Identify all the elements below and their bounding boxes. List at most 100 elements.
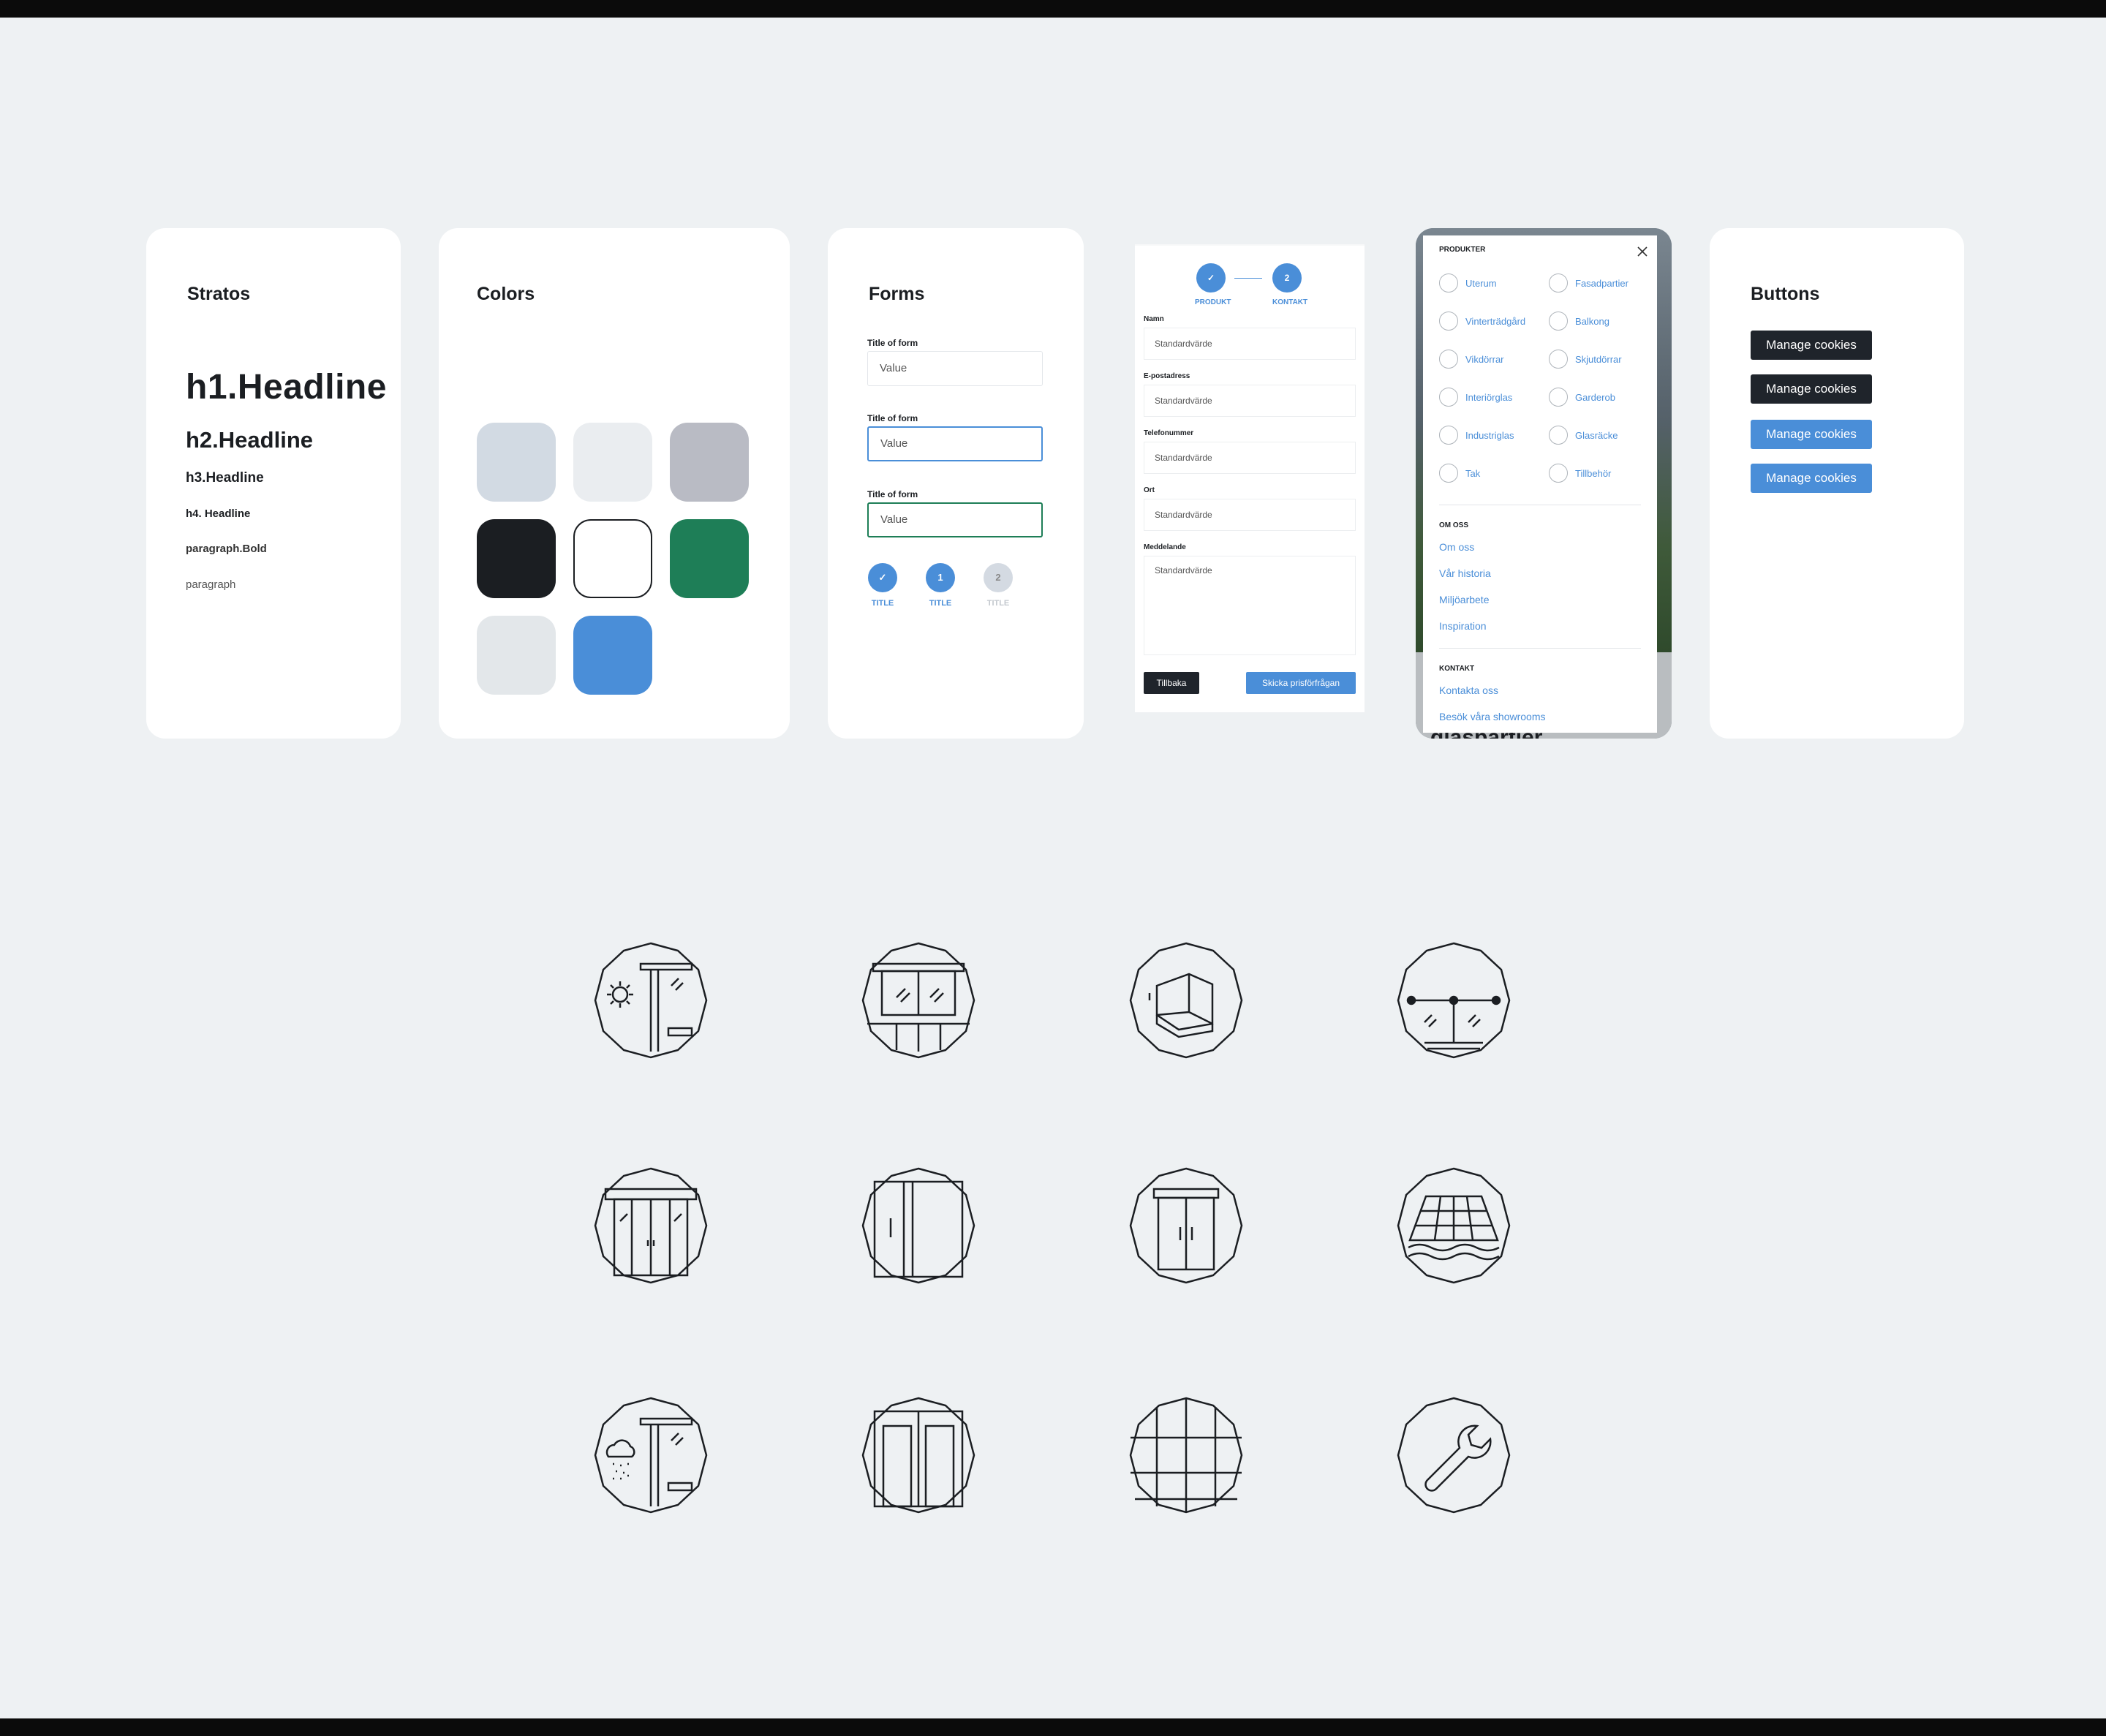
step-complete[interactable]: ✓ (868, 563, 897, 592)
step-complete[interactable]: ✓ (1196, 263, 1226, 293)
manage-cookies-button-dark[interactable]: Manage cookies (1751, 331, 1872, 360)
step-active[interactable]: 1 (926, 563, 955, 592)
menu-item-label: Skjutdörrar (1575, 353, 1622, 365)
product-icon (1439, 350, 1458, 369)
menu-item-product[interactable]: Garderob (1549, 385, 1615, 410)
colors-card: Colors (439, 228, 790, 739)
field-label: E-postadress (1144, 372, 1190, 380)
color-swatch (573, 423, 652, 502)
form-input-default[interactable]: Value (867, 351, 1043, 386)
forms-card: Forms Title of form Value Title of form … (828, 228, 1084, 739)
send-request-button[interactable]: Skicka prisförfrågan (1246, 672, 1356, 694)
step-inactive[interactable]: 2 (984, 563, 1013, 592)
color-swatch (477, 616, 556, 695)
menu-item-label: Garderob (1575, 391, 1615, 403)
step-label: TITLE (929, 599, 952, 608)
link-miljoarbete[interactable]: Miljöarbete (1439, 594, 1489, 605)
manage-cookies-button-blue-hover[interactable]: Manage cookies (1751, 464, 1872, 493)
menu-item-product[interactable]: Skjutdörrar (1549, 347, 1622, 371)
typography-card: Stratos h1.Headline h2.Headline h3.Headl… (146, 228, 401, 739)
manage-cookies-button-dark-hover[interactable]: Manage cookies (1751, 374, 1872, 404)
email-field[interactable]: Standardvärde (1144, 385, 1356, 417)
field-label: Namn (1144, 315, 1164, 323)
link-var-historia[interactable]: Vår historia (1439, 567, 1491, 579)
roof-icon (1395, 1167, 1512, 1284)
color-swatch (670, 423, 749, 502)
menu-item-product[interactable]: Interiörglas (1439, 385, 1512, 410)
h4-sample: h4. Headline (186, 507, 251, 520)
close-icon[interactable] (1637, 246, 1648, 257)
product-icon (1549, 350, 1568, 369)
menu-item-label: Industriglas (1465, 429, 1514, 441)
step-active[interactable]: 2 (1272, 263, 1302, 293)
color-swatch (573, 616, 652, 695)
menu-heading-about: OM OSS (1439, 521, 1469, 529)
buttons-card: Buttons Manage cookies Manage cookies Ma… (1710, 228, 1964, 739)
paragraph-bold-sample: paragraph.Bold (186, 543, 267, 555)
card-title: Stratos (187, 284, 251, 304)
field-label: Telefonummer (1144, 429, 1194, 437)
folding-doors-icon (592, 1167, 709, 1284)
product-icon (1549, 464, 1568, 483)
color-swatch (573, 519, 652, 598)
phone-field[interactable]: Standardvärde (1144, 442, 1356, 474)
city-field[interactable]: Standardvärde (1144, 499, 1356, 531)
link-showrooms[interactable]: Besök våra showrooms (1439, 711, 1546, 722)
menu-item-product[interactable]: Tak (1439, 461, 1480, 486)
menu-item-label: Interiörglas (1465, 391, 1513, 403)
message-field[interactable]: Standardvärde (1144, 556, 1356, 655)
contact-form-panel: ✓ 2 PRODUKT KONTAKT Namn Standardvärde E… (1135, 244, 1365, 712)
color-swatch (477, 423, 556, 502)
menu-item-product[interactable]: Industriglas (1439, 423, 1514, 448)
divider (1439, 648, 1641, 649)
product-icon (1549, 312, 1568, 331)
product-icon (1439, 312, 1458, 331)
step-label: KONTAKT (1272, 298, 1308, 306)
link-inspiration[interactable]: Inspiration (1439, 620, 1487, 632)
step-label: TITLE (871, 599, 894, 608)
product-icon (1439, 388, 1458, 407)
card-title: Buttons (1751, 284, 1820, 304)
h3-sample: h3.Headline (186, 470, 264, 486)
menu-item-product[interactable]: Uterum (1439, 271, 1497, 295)
menu-item-product[interactable]: Vikdörrar (1439, 347, 1504, 371)
menu-item-product[interactable]: Tillbehör (1549, 461, 1611, 486)
step-label: PRODUKT (1195, 298, 1231, 306)
menu-heading-contact: KONTAKT (1439, 665, 1475, 673)
product-icon (1439, 273, 1458, 293)
menu-item-product[interactable]: Balkong (1549, 309, 1609, 333)
link-om-oss[interactable]: Om oss (1439, 541, 1474, 553)
menu-item-product[interactable]: Glasräcke (1549, 423, 1618, 448)
sunroom-icon (592, 942, 709, 1059)
facade-icon (860, 942, 977, 1059)
color-swatch (670, 519, 749, 598)
top-bar (0, 0, 2106, 18)
step-label: TITLE (986, 599, 1010, 608)
menu-item-product[interactable]: Vinterträdgård (1439, 309, 1525, 333)
menu-item-label: Tak (1465, 467, 1481, 479)
color-swatch (477, 519, 556, 598)
back-button[interactable]: Tillbaka (1144, 672, 1199, 694)
winter-garden-icon (1128, 942, 1245, 1059)
card-title: Forms (869, 284, 925, 304)
menu-item-label: Fasadpartier (1575, 277, 1628, 289)
menu-item-label: Vinterträdgård (1465, 315, 1526, 327)
wardrobe-icon (1128, 1167, 1245, 1284)
form-input-focused[interactable]: Value (867, 426, 1043, 461)
menu-panel: PRODUKTER Uterum Fasadpartier Vinterträdgå… (1423, 235, 1657, 733)
sliding-doors-icon (860, 1167, 977, 1284)
product-icon (1439, 464, 1458, 483)
step-connector (1234, 278, 1262, 279)
industrial-glass-icon (1128, 1397, 1245, 1514)
field-label: Meddelande (1144, 543, 1186, 551)
manage-cookies-button-blue[interactable]: Manage cookies (1751, 420, 1872, 449)
h1-sample: h1.Headline (186, 368, 387, 407)
name-field[interactable]: Standardvärde (1144, 328, 1356, 360)
menu-item-label: Vikdörrar (1465, 353, 1504, 365)
form-input-valid[interactable]: Value (867, 502, 1043, 537)
menu-item-label: Uterum (1465, 277, 1497, 289)
winter-room-icon (592, 1397, 709, 1514)
menu-item-product[interactable]: Fasadpartier (1549, 271, 1628, 295)
double-doors-icon (860, 1397, 977, 1514)
link-kontakta-oss[interactable]: Kontakta oss (1439, 684, 1498, 696)
